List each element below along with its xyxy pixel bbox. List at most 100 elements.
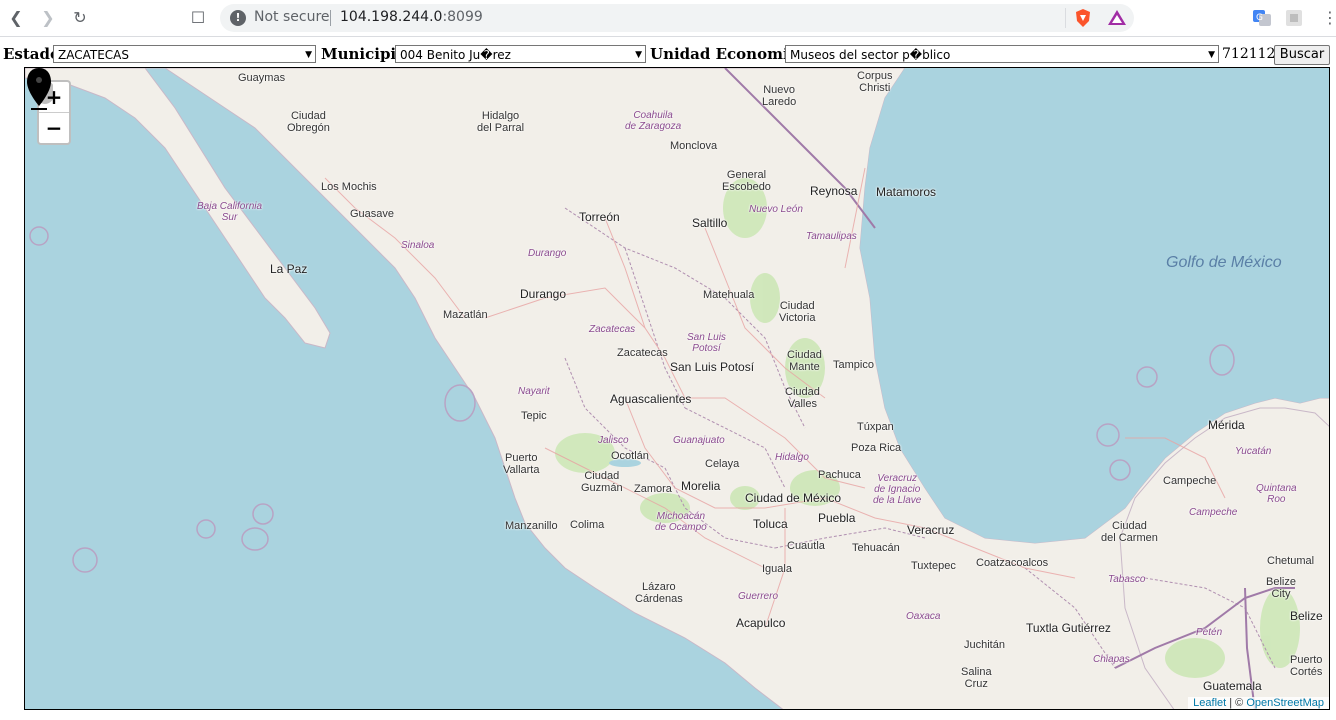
brave-shield-icon[interactable]	[1073, 8, 1093, 28]
info-icon[interactable]: !	[230, 10, 246, 26]
dropdown-arrow-icon: ▼	[305, 50, 312, 60]
municipio-value: 004 Benito Ju�rez	[400, 48, 511, 62]
map-label-state: Hidalgo	[775, 452, 809, 463]
security-status: Not secure	[254, 9, 330, 25]
unidad-select[interactable]: Museos del sector p�blico ▼	[785, 45, 1219, 63]
map-label: Ocotlán	[611, 450, 649, 462]
map-label-state: Sinaloa	[401, 240, 435, 251]
map-label: Tepic	[521, 410, 547, 422]
map-label: Morelia	[681, 479, 721, 493]
map-label: Ciudad Guzmán	[581, 470, 623, 494]
map-label: Belize City	[1266, 576, 1296, 600]
municipio-select[interactable]: 004 Benito Ju�rez ▼	[395, 45, 646, 63]
rewards-icon[interactable]	[1107, 8, 1127, 28]
address-bar[interactable]: ! Not secure 104.198.244.0:8099	[220, 4, 1134, 32]
map-label: Coatzacoalcos	[976, 557, 1049, 569]
map-label-state: Michoacán de Ocampo	[655, 511, 707, 533]
map-label: Matehuala	[703, 289, 755, 301]
unidad-label: Unidad Economica	[650, 45, 808, 63]
map-label-state: Oaxaca	[906, 611, 941, 622]
map-label: Manzanillo	[505, 520, 558, 532]
map-label-state: Baja California Sur	[197, 201, 263, 223]
map-label: Ciudad Obregón	[287, 110, 330, 134]
map-label: Puebla	[818, 511, 856, 525]
buscar-button[interactable]: Buscar	[1274, 45, 1330, 65]
filter-bar: Estado ZACATECAS ▼ Municipio 004 Benito …	[0, 44, 1336, 66]
map-label: Aguascalientes	[610, 392, 692, 406]
map-label: Iguala	[762, 563, 792, 575]
map-container[interactable]: + − Guaymas Ciudad Obregón Hidalgo del P…	[24, 67, 1330, 710]
map-label-state: Chiapas	[1093, 654, 1130, 665]
map-label: Torreón	[579, 210, 620, 224]
url-host: 104.198.244.0	[340, 9, 443, 25]
map-label: Monclova	[670, 140, 718, 152]
map-label: Pachuca	[818, 469, 861, 481]
map-label: Toluca	[753, 517, 788, 531]
forward-icon[interactable]: ❯	[36, 6, 60, 30]
map-label-state: Campeche	[1189, 507, 1238, 518]
leaflet-link[interactable]: Leaflet	[1193, 697, 1226, 709]
openstreetmap-link[interactable]: OpenStreetMap	[1246, 697, 1324, 709]
map-label: Ciudad Victoria	[779, 300, 816, 324]
browser-toolbar: ❮ ❯ ↻ ☐ ! Not secure 104.198.244.0:8099 …	[0, 0, 1336, 37]
attribution-separator: | ©	[1226, 697, 1247, 709]
map-label: Corpus Christi	[857, 70, 893, 94]
map-label: Ciudad Mante	[787, 349, 822, 373]
menu-icon[interactable]: ⋮	[1318, 6, 1336, 30]
translate-icon[interactable]: G	[1252, 8, 1272, 28]
map-label-state: Zacatecas	[589, 324, 636, 335]
bookmark-icon[interactable]: ☐	[186, 6, 210, 30]
map-label-sea: Golfo de México	[1166, 254, 1282, 271]
map-label-state: Jalisco	[598, 435, 629, 446]
map-label: Túxpan	[857, 421, 894, 433]
url-text[interactable]: 104.198.244.0:8099	[340, 9, 483, 25]
map-label: Puerto Cortés	[1290, 654, 1323, 678]
map-label: Celaya	[705, 458, 740, 470]
map-label: Salina Cruz	[961, 666, 992, 690]
map-label: General Escobedo	[722, 169, 771, 193]
reload-icon[interactable]: ↻	[68, 6, 92, 30]
map-label: Puerto Vallarta	[503, 452, 540, 476]
back-icon[interactable]: ❮	[4, 6, 28, 30]
svg-text:G: G	[1256, 13, 1263, 23]
map-label: Zacatecas	[617, 347, 668, 359]
map-label-state: Nayarit	[518, 386, 550, 397]
map-label: Tehuacán	[852, 542, 900, 554]
map-label: San Luis Potosí	[670, 360, 755, 374]
map-label: Saltillo	[692, 216, 728, 230]
location-marker-icon[interactable]	[25, 68, 53, 112]
map-label: Ciudad del Carmen	[1101, 520, 1158, 544]
map-label: Guasave	[350, 208, 395, 220]
map-label: Tuxtla Gutiérrez	[1026, 621, 1111, 635]
map-label: Zamora	[634, 483, 672, 495]
map-label: Tuxtepec	[911, 560, 956, 572]
map-label: Nuevo Laredo	[762, 84, 797, 108]
map-attribution: Leaflet | © OpenStreetMap	[1188, 697, 1329, 709]
map-label-state: Petén	[1196, 627, 1223, 638]
map-label-state: San Luis Potosí	[687, 332, 726, 354]
map-label: Durango	[520, 287, 567, 301]
map-label-state: Yucatán	[1235, 446, 1272, 457]
map-label: Ciudad Valles	[785, 386, 820, 410]
zoom-out-button[interactable]: −	[39, 113, 69, 143]
map-label-state: Guanajuato	[673, 435, 725, 446]
dropdown-arrow-icon: ▼	[635, 50, 642, 60]
map-label: Chetumal	[1267, 555, 1315, 567]
map-label: La Paz	[270, 262, 308, 276]
map-label-state: Tamaulipas	[806, 231, 857, 242]
estado-select[interactable]: ZACATECAS ▼	[53, 45, 316, 63]
result-count: 712112	[1222, 46, 1276, 62]
extension-icon[interactable]	[1284, 8, 1304, 28]
map-label: Tampico	[833, 359, 874, 371]
estado-label: Estado	[3, 45, 61, 63]
map-label-state: Coahuila de Zaragoza	[625, 110, 682, 132]
map-label-state: Nuevo León	[749, 204, 803, 215]
map-label: Colima	[570, 519, 605, 531]
map-label: Matamoros	[876, 185, 937, 199]
map-label: Reynosa	[810, 184, 858, 198]
map-label: Mérida	[1208, 418, 1245, 432]
omnibox-divider	[330, 10, 331, 26]
map-label: Acapulco	[736, 616, 786, 630]
estado-value: ZACATECAS	[58, 48, 129, 62]
map-label-state: Veracruz de Ignacio de la Llave	[873, 473, 922, 506]
